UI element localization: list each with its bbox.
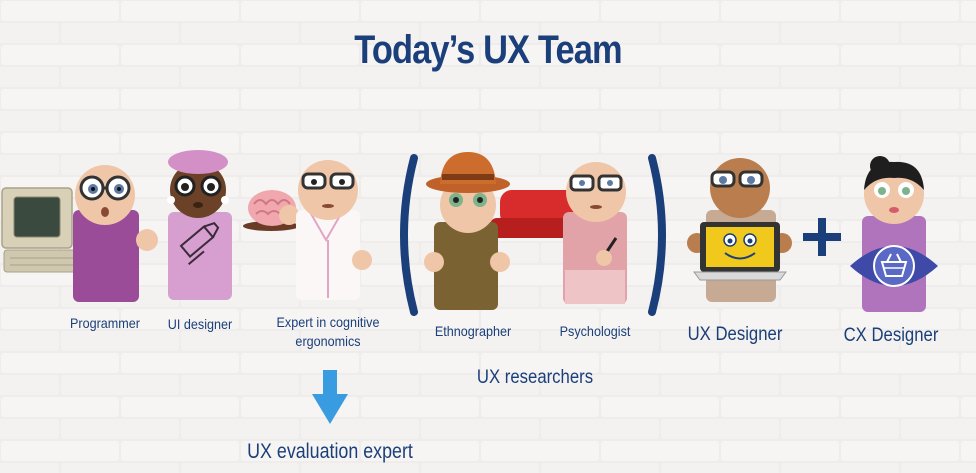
laptop-icon xyxy=(693,222,787,281)
label-ux-designer: UX Designer xyxy=(687,324,783,345)
programmer-figure xyxy=(73,165,158,302)
label-psychologist: Psychologist xyxy=(559,323,631,339)
right-bracket xyxy=(648,154,666,316)
label-ux-researchers: UX researchers xyxy=(476,367,594,388)
psychologist-figure xyxy=(563,162,627,304)
left-bracket xyxy=(400,154,418,316)
label-programmer: Programmer xyxy=(69,315,141,331)
label-cognitive-expert-line2: ergonomics xyxy=(295,333,361,349)
down-arrow-icon xyxy=(312,370,348,424)
label-cognitive-expert-line1: Expert in cognitive xyxy=(276,314,380,330)
slide: Today’s UX Team Programmer UI designer E… xyxy=(0,0,976,473)
label-cx-designer: CX Designer xyxy=(843,325,939,346)
plus-icon xyxy=(803,218,841,256)
figures-illustration xyxy=(1,150,938,424)
ui-designer-figure xyxy=(167,150,232,300)
label-ui-designer: UI designer xyxy=(167,316,233,332)
label-ux-evaluation-expert: UX evaluation expert xyxy=(247,440,413,463)
ethnographer-figure xyxy=(424,152,510,310)
label-ethnographer: Ethnographer xyxy=(434,323,512,339)
cognitive-expert-figure xyxy=(279,160,372,300)
cx-designer-figure xyxy=(862,156,926,312)
